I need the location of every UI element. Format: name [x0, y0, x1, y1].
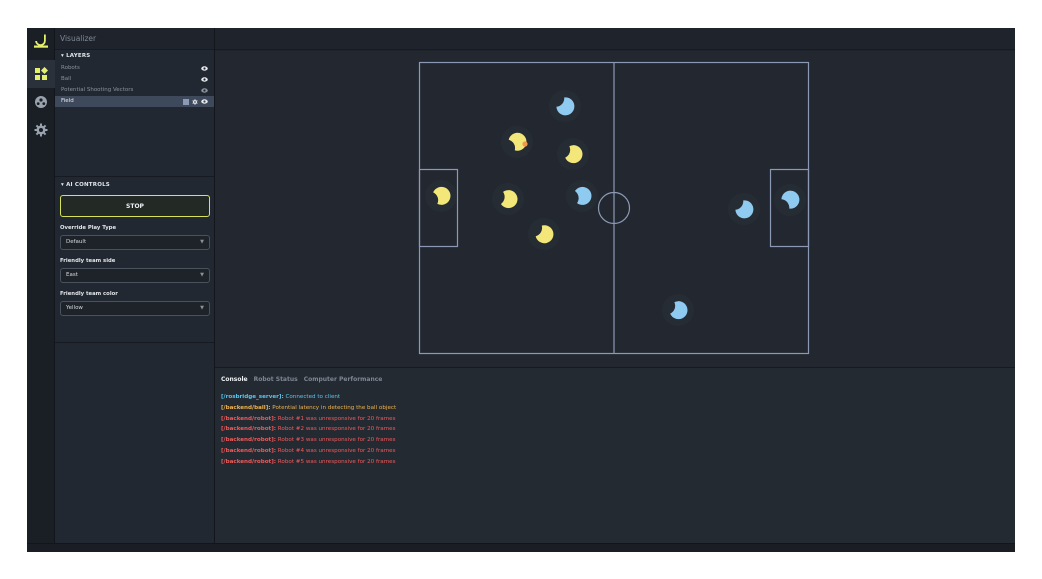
message-source: [/backend/robot]: [221, 447, 277, 454]
visualizer-app: Visualizer ▾ LAYERS Robots Ball Potentia… [27, 28, 1015, 552]
widgets-icon[interactable] [27, 60, 55, 88]
tab-computer-performance[interactable]: Computer Performance [304, 376, 383, 392]
layers-section-title[interactable]: ▾ LAYERS [55, 50, 214, 63]
field-view[interactable] [215, 51, 1015, 367]
console-message: [/backend/ball]: Potential latency in de… [221, 403, 1015, 414]
message-source: [/rosbridge_server]: [221, 394, 284, 400]
yellow-robot[interactable] [489, 180, 526, 217]
sidebar: Visualizer ▾ LAYERS Robots Ball Potentia… [55, 28, 215, 552]
layer-label: Robots [61, 65, 80, 71]
layer-label: Potential Shooting Vectors [61, 87, 134, 93]
blue-robot[interactable] [542, 83, 587, 128]
select-value: Default [66, 239, 87, 245]
console-message: [/backend/robot]: Robot #1 was unrespons… [221, 414, 1015, 425]
ai-controls-section-title[interactable]: ▾ AI CONTROLS [55, 179, 214, 192]
eye-icon[interactable] [201, 99, 208, 104]
chevron-down-icon: ▼ [200, 272, 204, 278]
yellow-robot[interactable] [522, 212, 566, 256]
message-text: Robot #1 was unresponsive for 20 frames [276, 415, 396, 422]
console-message: [/backend/robot]: Robot #3 was unrespons… [221, 435, 1015, 446]
friendly-team-side-select[interactable]: East ▼ [60, 268, 210, 283]
message-source: [/backend/robot]: [221, 458, 277, 465]
logo-icon[interactable] [27, 28, 55, 54]
yellow-robot[interactable] [552, 133, 593, 174]
layer-item-robots[interactable]: Robots [55, 63, 214, 74]
message-text: Potential latency in detecting the ball … [270, 404, 397, 411]
layer-item-ball[interactable]: Ball [55, 74, 214, 85]
icon-rail [27, 28, 55, 552]
soccer-ball-icon[interactable] [27, 88, 55, 116]
blue-robot[interactable] [721, 186, 766, 231]
color-swatch-icon[interactable] [183, 98, 189, 105]
status-footer [27, 543, 1015, 552]
eye-icon[interactable] [201, 66, 208, 71]
friendly-team-color-label: Friendly team color [60, 291, 118, 297]
eye-icon[interactable] [201, 88, 208, 93]
message-text: Robot #5 was unresponsive for 20 frames [276, 458, 396, 465]
layer-label: Ball [61, 76, 72, 82]
friendly-team-side-label: Friendly team side [60, 258, 116, 264]
console-tabs: Console Robot Status Computer Performanc… [221, 376, 1015, 392]
message-source: [/backend/ball]: [221, 404, 271, 411]
blue-robot[interactable] [563, 177, 600, 214]
blue-robot[interactable] [767, 177, 812, 222]
gear-icon[interactable] [27, 116, 55, 144]
console-message: [/backend/robot]: Robot #5 was unrespons… [221, 457, 1015, 468]
layer-item-field[interactable]: Field [55, 96, 214, 107]
tab-robot-status[interactable]: Robot Status [254, 376, 298, 392]
yellow-robot[interactable] [495, 120, 539, 164]
override-play-type-select[interactable]: Default ▼ [60, 235, 210, 250]
message-source: [/backend/robot]: [221, 415, 277, 422]
chevron-down-icon: ▼ [200, 305, 204, 311]
console-log: [/rosbridge_server]: Connected to client… [221, 392, 1015, 468]
main-area: Console Robot Status Computer Performanc… [215, 28, 1015, 552]
stop-button[interactable]: STOP [60, 195, 210, 217]
message-text: Connected to client [283, 394, 341, 400]
layer-label: Field [61, 98, 74, 104]
blue-robot[interactable] [657, 289, 698, 330]
tab-console[interactable]: Console [221, 376, 248, 392]
console-message: [/rosbridge_server]: Connected to client [221, 392, 1015, 403]
message-text: Robot #2 was unresponsive for 20 frames [276, 426, 396, 433]
override-play-type-label: Override Play Type [60, 225, 117, 231]
layers-panel: ▾ LAYERS Robots Ball Potential Shooting … [55, 50, 214, 177]
friendly-team-color-select[interactable]: Yellow ▼ [60, 301, 210, 316]
message-text: Robot #4 was unresponsive for 20 frames [276, 447, 396, 454]
layer-item-shooting-vectors[interactable]: Potential Shooting Vectors [55, 85, 214, 96]
eye-icon[interactable] [201, 77, 208, 82]
gear-icon[interactable] [192, 98, 198, 105]
ai-controls-panel: ▾ AI CONTROLS STOP Override Play Type De… [55, 177, 214, 343]
select-value: East [66, 272, 78, 278]
console-message: [/backend/robot]: Robot #4 was unrespons… [221, 446, 1015, 457]
chevron-down-icon: ▼ [200, 239, 204, 245]
console-message: [/backend/robot]: Robot #2 was unrespons… [221, 424, 1015, 435]
top-bar [215, 28, 1015, 50]
message-text: Robot #3 was unresponsive for 20 frames [276, 437, 396, 444]
console-panel: Console Robot Status Computer Performanc… [215, 367, 1015, 543]
app-title: Visualizer [55, 28, 214, 50]
message-source: [/backend/robot]: [221, 426, 277, 433]
yellow-robot[interactable] [420, 175, 461, 216]
ball [522, 141, 528, 147]
field-canvas[interactable] [215, 51, 1015, 367]
message-source: [/backend/robot]: [221, 437, 277, 444]
select-value: Yellow [66, 305, 83, 311]
